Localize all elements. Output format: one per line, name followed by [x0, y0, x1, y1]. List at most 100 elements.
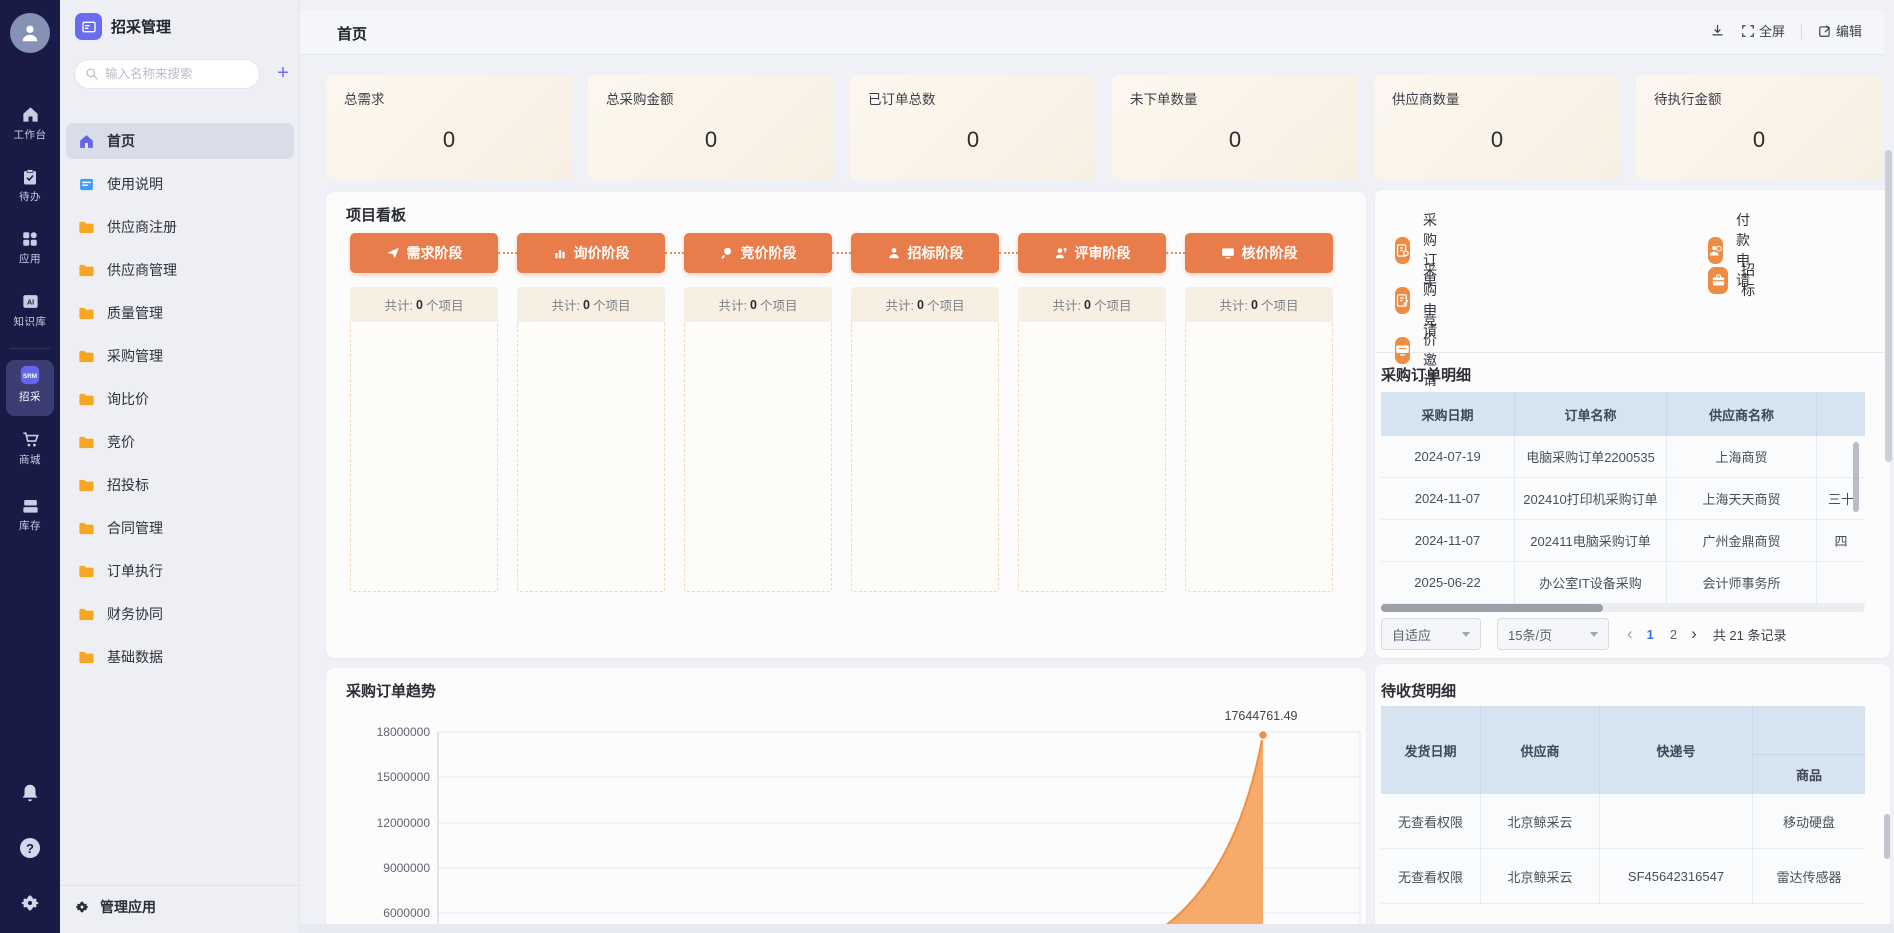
y-tick-label: 15000000: [377, 770, 431, 784]
manage-app-label: 管理应用: [100, 897, 156, 917]
sidebar-item-instructions[interactable]: 使用说明: [66, 166, 294, 202]
app-sidebar: 招采管理 + 首页 使用说明 供应商注册 供应商管理: [60, 0, 300, 933]
table-horizontal-scrollbar[interactable]: [1381, 604, 1865, 612]
edit-label: 编辑: [1836, 21, 1862, 40]
rail-item-inventory[interactable]: 库存: [0, 496, 60, 533]
manage-app-button[interactable]: 管理应用: [74, 897, 156, 917]
column-dropzone[interactable]: [517, 322, 665, 592]
y-tick-label: 12000000: [377, 816, 431, 830]
trend-peak-point[interactable]: [1259, 731, 1268, 740]
column-dropzone[interactable]: [1185, 322, 1333, 592]
column-header[interactable]: 采购日期: [1381, 392, 1515, 436]
sidebar-item-contract[interactable]: 合同管理: [66, 510, 294, 546]
rail-item-workbench[interactable]: 工作台: [0, 105, 60, 142]
table-row[interactable]: 无查看权限 北京鲸采云 移动硬盘: [1381, 794, 1865, 849]
table-row[interactable]: 2024-11-07 202410打印机采购订单 上海天天商贸 三十: [1381, 478, 1865, 520]
column-header-group[interactable]: 商品: [1753, 706, 1865, 794]
column-dropzone[interactable]: [350, 322, 498, 592]
stat-card-total-demand[interactable]: 总需求 0: [326, 75, 572, 180]
column-count: 共计: 0 个项目: [851, 287, 999, 322]
sidebar-item-supplier-manage[interactable]: 供应商管理: [66, 252, 294, 288]
prev-page-button[interactable]: ‹: [1621, 624, 1639, 644]
column-header[interactable]: 发货日期: [1381, 706, 1481, 794]
column-header[interactable]: 快递号: [1600, 706, 1753, 794]
folder-icon: [78, 348, 95, 365]
sidebar-item-tendering[interactable]: 招投标: [66, 467, 294, 503]
page-number-2[interactable]: 2: [1662, 627, 1685, 642]
quick-link-tender[interactable]: 招标: [1708, 260, 1762, 300]
user-avatar[interactable]: [10, 13, 50, 53]
help-icon: ?: [0, 836, 60, 860]
download-button[interactable]: [1710, 23, 1725, 38]
sidebar-item-home[interactable]: 首页: [66, 123, 294, 159]
sidebar-item-quality[interactable]: 质量管理: [66, 295, 294, 331]
column-dropzone[interactable]: [684, 322, 832, 592]
sidebar-item-bidding[interactable]: 竞价: [66, 424, 294, 460]
table-vertical-scrollbar[interactable]: [1853, 442, 1859, 512]
table-row[interactable]: 2024-07-19 电脑采购订单2200535 上海商贸: [1381, 436, 1865, 478]
home-icon: [0, 105, 60, 124]
sidebar-item-purchase-manage[interactable]: 采购管理: [66, 338, 294, 374]
fullscreen-button[interactable]: 全屏: [1741, 21, 1785, 40]
sidebar-item-order-execution[interactable]: 订单执行: [66, 553, 294, 589]
table-row[interactable]: 2024-11-07 202411电脑采购订单 广州金鼎商贸 四: [1381, 520, 1865, 562]
rail-item-procurement[interactable]: SRM 招采: [0, 364, 60, 404]
kanban-column-bidding: 共计: 0 个项目: [684, 287, 832, 592]
sidebar-item-base-data[interactable]: 基础数据: [66, 639, 294, 675]
cell-product: 雷达传感器: [1753, 849, 1865, 904]
rail-item-todo[interactable]: 待办: [0, 168, 60, 204]
kanban-column-tender: 共计: 0 个项目: [851, 287, 999, 592]
fit-mode-select[interactable]: 自适应: [1381, 618, 1481, 650]
rail-item-knowledge[interactable]: AI 知识库: [0, 292, 60, 329]
stage-button-review[interactable]: 评审阶段: [1018, 233, 1166, 273]
table-row[interactable]: 2025-06-22 办公室IT设备采购 会计师事务所: [1381, 562, 1865, 604]
quick-link-label: 招标: [1741, 260, 1762, 300]
column-header[interactable]: 供应商名称: [1667, 392, 1817, 436]
quick-link-bid-invitation[interactable]: 竞价邀请: [1395, 310, 1449, 390]
stage-button-tender[interactable]: 招标阶段: [851, 233, 999, 273]
stat-card-pending-amount[interactable]: 待执行金额 0: [1636, 75, 1882, 180]
stage-button-demand[interactable]: 需求阶段: [350, 233, 498, 273]
edit-button[interactable]: 编辑: [1818, 21, 1862, 40]
page-number-1[interactable]: 1: [1639, 627, 1662, 642]
kanban-column-demand: 共计: 0 个项目: [350, 287, 498, 592]
search-input[interactable]: [105, 67, 235, 81]
rail-item-apps[interactable]: 应用: [0, 230, 60, 266]
trend-chart-card: 采购订单趋势 18000000 15000000 12000000 900000…: [326, 668, 1366, 933]
help-button[interactable]: ?: [0, 836, 60, 860]
page-size-select[interactable]: 15条/页: [1497, 618, 1609, 650]
stat-value: 0: [1636, 127, 1882, 153]
sidebar-item-label: 使用说明: [107, 174, 163, 194]
stage-button-inquiry[interactable]: 询价阶段: [517, 233, 665, 273]
rail-item-mall[interactable]: 商城: [0, 430, 60, 467]
stat-card-suppliers[interactable]: 供应商数量 0: [1374, 75, 1620, 180]
rail-item-label: 工作台: [0, 127, 60, 142]
y-tick-label: 18000000: [377, 725, 431, 739]
stage-label: 竞价阶段: [741, 243, 797, 263]
panel-vertical-scrollbar[interactable]: [1884, 814, 1890, 859]
column-dropzone[interactable]: [851, 322, 999, 592]
stat-card-unordered[interactable]: 未下单数量 0: [1112, 75, 1358, 180]
column-dropzone[interactable]: [1018, 322, 1166, 592]
cell-product: 移动硬盘: [1753, 794, 1865, 849]
sidebar-item-rfq[interactable]: 询比价: [66, 381, 294, 417]
rail-settings-button[interactable]: [0, 892, 60, 914]
gear-icon: [74, 899, 90, 915]
column-header[interactable]: [1817, 392, 1865, 436]
sidebar-item-finance[interactable]: 财务协同: [66, 596, 294, 632]
sidebar-item-supplier-register[interactable]: 供应商注册: [66, 209, 294, 245]
stat-card-total-amount[interactable]: 总采购金额 0: [588, 75, 834, 180]
header-actions: 全屏 编辑: [1710, 21, 1862, 40]
column-header[interactable]: 订单名称: [1515, 392, 1667, 436]
table-row[interactable]: 无查看权限 北京鲸采云 SF45642316547 雷达传感器: [1381, 849, 1865, 904]
add-button[interactable]: +: [270, 60, 296, 86]
stat-label: 总采购金额: [606, 88, 674, 108]
page-scrollbar-thumb[interactable]: [1885, 150, 1892, 462]
stage-button-bidding[interactable]: 竞价阶段: [684, 233, 832, 273]
kanban-column-price-check: 共计: 0 个项目: [1185, 287, 1333, 592]
stage-button-price-check[interactable]: 核价阶段: [1185, 233, 1333, 273]
stat-card-ordered[interactable]: 已订单总数 0: [850, 75, 1096, 180]
column-header[interactable]: 供应商: [1481, 706, 1600, 794]
notifications-button[interactable]: [0, 782, 60, 804]
next-page-button[interactable]: ›: [1685, 624, 1703, 644]
